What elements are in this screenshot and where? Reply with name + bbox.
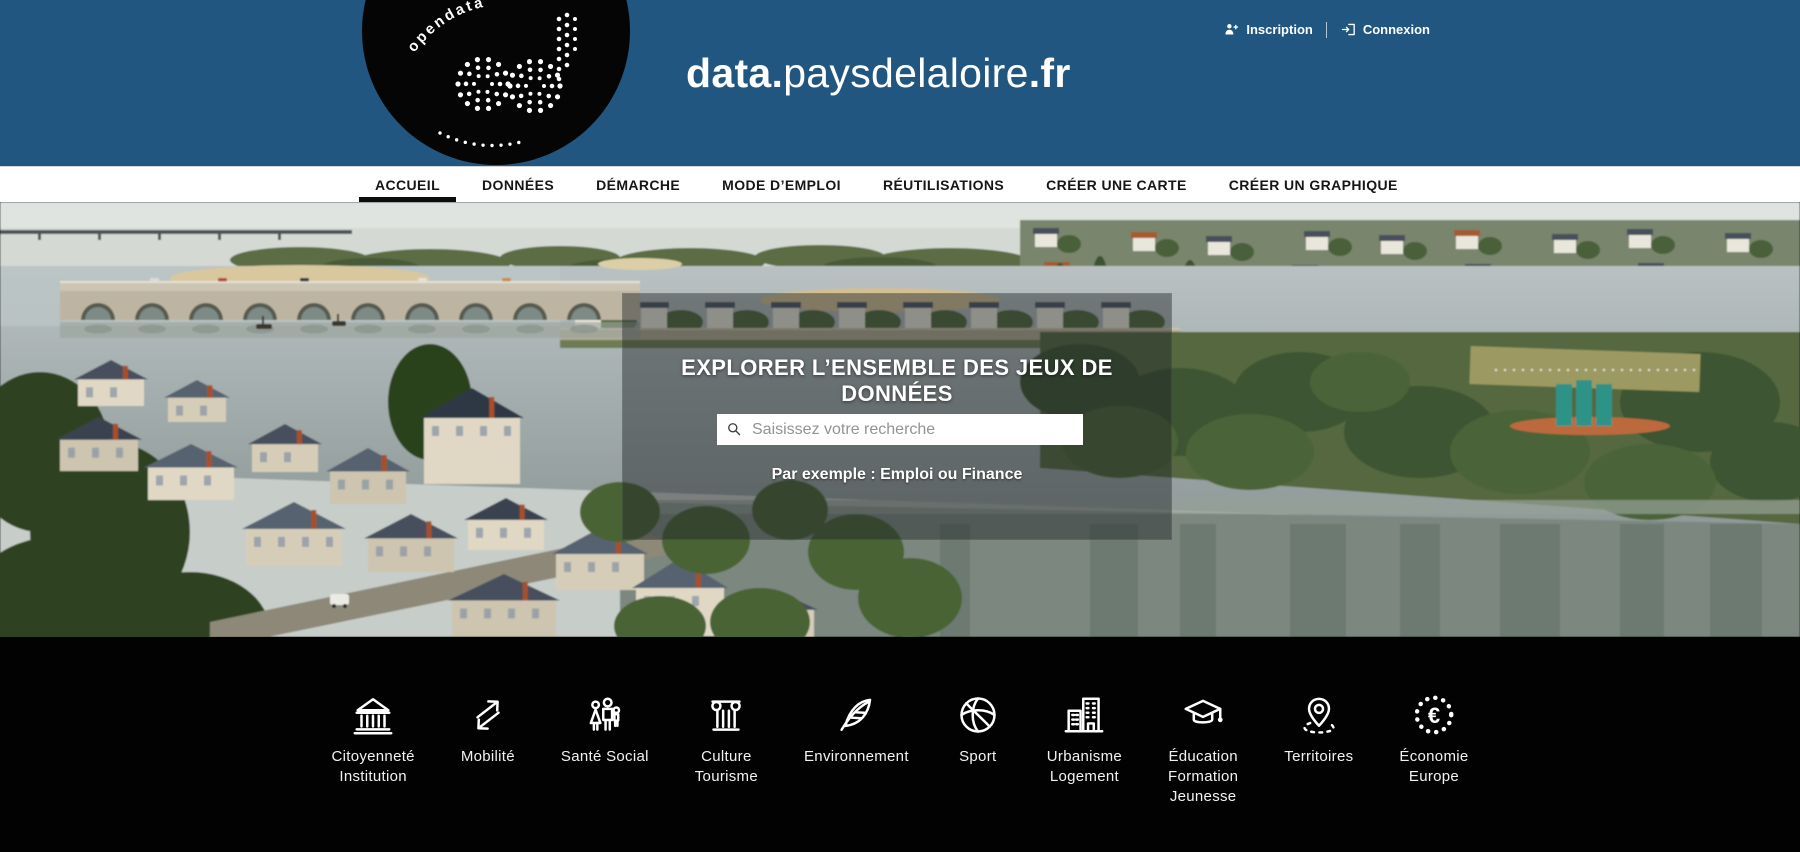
- category-label: Sport: [959, 747, 996, 767]
- category-label: UrbanismeLogement: [1047, 747, 1122, 787]
- topbar: Inscription Connexion: [1223, 21, 1430, 38]
- bank-icon: [350, 692, 396, 738]
- leaf-icon: [833, 692, 879, 738]
- logo-circle-background: [362, 0, 630, 165]
- nav-item-creer-un-graphique[interactable]: CRÉER UN GRAPHIQUE: [1229, 175, 1398, 195]
- magnifier-icon: [726, 421, 743, 438]
- user-plus-icon: [1223, 21, 1240, 38]
- map-pin-icon: [1296, 692, 1342, 738]
- site-header: opendata data.paysdelaloire.fr Inscripti…: [0, 0, 1800, 166]
- nav-item-donnees[interactable]: DONNÉES: [482, 175, 554, 195]
- category-label: ÉconomieEurope: [1399, 747, 1468, 787]
- category-environnement[interactable]: Environnement: [804, 692, 909, 767]
- svg-text:€: €: [1428, 703, 1440, 728]
- signup-link[interactable]: Inscription: [1223, 21, 1312, 38]
- main-navigation: ACCUEIL DONNÉES DÉMARCHE MODE D’EMPLOI RÉUTI…: [0, 166, 1800, 202]
- buildings-icon: [1061, 692, 1107, 738]
- category-label: Environnement: [804, 747, 909, 767]
- category-urbanisme-logement[interactable]: UrbanismeLogement: [1047, 692, 1122, 787]
- search-example-hint: Par exemple : Emploi ou Finance: [623, 466, 1171, 484]
- login-label: Connexion: [1363, 22, 1430, 37]
- nav-item-demarche[interactable]: DÉMARCHE: [596, 175, 680, 195]
- nav-item-accueil[interactable]: ACCUEIL: [375, 175, 440, 195]
- family-icon: [582, 692, 628, 738]
- hero-section: EXPLORER L’ENSEMBLE DES JEUX DE DONNÉES …: [0, 202, 1800, 637]
- sign-in-icon: [1340, 21, 1357, 38]
- category-label: Territoires: [1284, 747, 1353, 767]
- nav-item-mode-demploi[interactable]: MODE D’EMPLOI: [722, 175, 841, 195]
- column-icon: [703, 692, 749, 738]
- category-label: Mobilité: [461, 747, 515, 767]
- hero-search-panel: EXPLORER L’ENSEMBLE DES JEUX DE DONNÉES …: [622, 293, 1172, 540]
- category-sante-social[interactable]: Santé Social: [561, 692, 649, 767]
- basketball-icon: [955, 692, 1001, 738]
- site-logo[interactable]: opendata: [362, 0, 630, 165]
- euro-icon: €: [1411, 692, 1457, 738]
- category-label: CitoyennetéInstitution: [331, 747, 414, 787]
- login-link[interactable]: Connexion: [1340, 21, 1430, 38]
- search-box[interactable]: [717, 414, 1083, 445]
- signup-label: Inscription: [1246, 22, 1312, 37]
- category-label: Santé Social: [561, 747, 649, 767]
- category-sport[interactable]: Sport: [955, 692, 1001, 767]
- nav-item-creer-une-carte[interactable]: CRÉER UNE CARTE: [1046, 175, 1187, 195]
- category-citoyennete-institution[interactable]: CitoyennetéInstitution: [331, 692, 414, 787]
- category-territoires[interactable]: Territoires: [1284, 692, 1353, 767]
- graduation-cap-icon: [1180, 692, 1226, 738]
- arrows-icon: [465, 692, 511, 738]
- category-mobilite[interactable]: Mobilité: [461, 692, 515, 767]
- category-label: ÉducationFormationJeunesse: [1168, 747, 1238, 807]
- topbar-separator: [1326, 22, 1327, 38]
- category-education-formation-jeunesse[interactable]: ÉducationFormationJeunesse: [1168, 692, 1238, 807]
- category-economie-europe[interactable]: € ÉconomieEurope: [1399, 692, 1468, 787]
- categories-section: CitoyennetéInstitution Mobilité Santé Soci…: [0, 637, 1800, 852]
- category-culture-tourisme[interactable]: CultureTourisme: [695, 692, 758, 787]
- search-input[interactable]: [750, 420, 1074, 440]
- nav-item-reutilisations[interactable]: RÉUTILISATIONS: [883, 175, 1004, 195]
- category-label: CultureTourisme: [695, 747, 758, 787]
- site-title: data.paysdelaloire.fr: [686, 50, 1071, 97]
- hero-title: EXPLORER L’ENSEMBLE DES JEUX DE DONNÉES: [623, 355, 1171, 407]
